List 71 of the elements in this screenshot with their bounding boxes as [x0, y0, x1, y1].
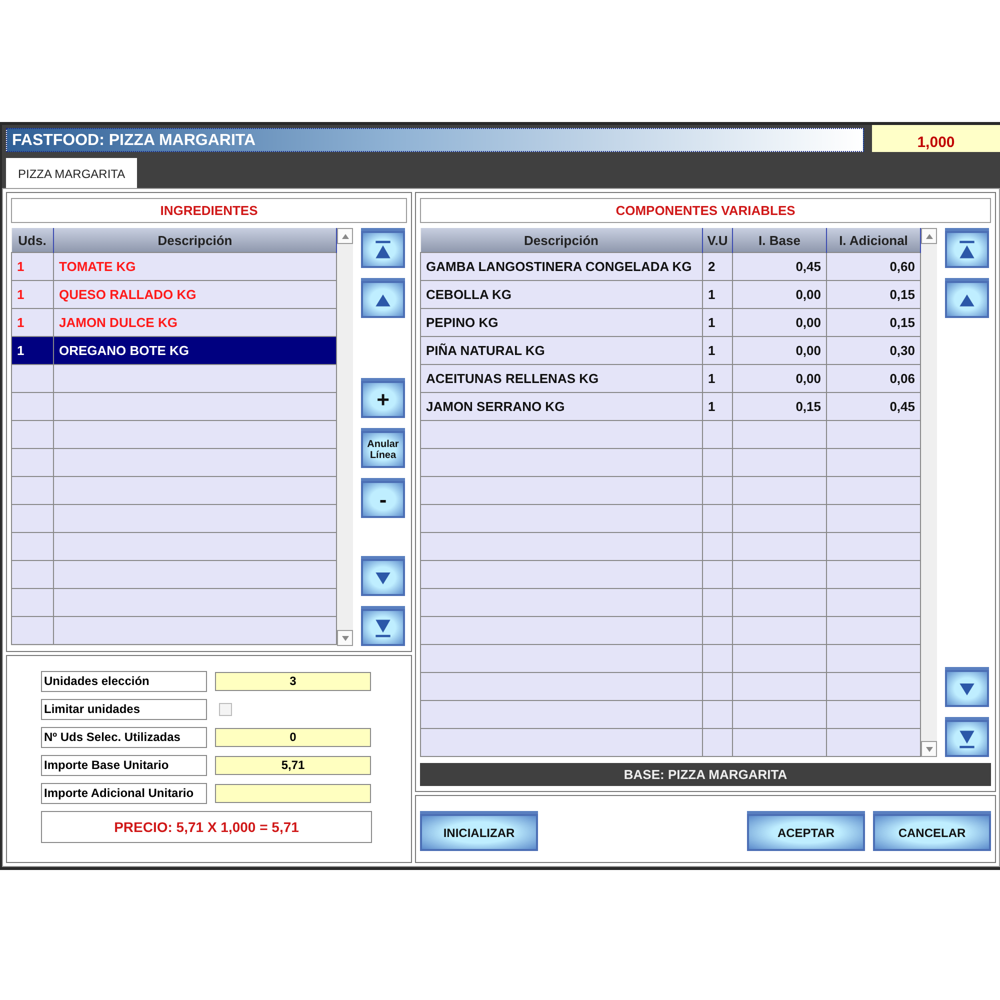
price-summary: PRECIO: 5,71 X 1,000 = 5,71	[41, 811, 372, 843]
field-label: Nº Uds Selec. Utilizadas	[41, 727, 207, 748]
table-cell: 0,60	[826, 252, 920, 280]
column-header: Descripción	[420, 228, 702, 252]
accept-button[interactable]: ACEPTAR	[747, 811, 865, 851]
scroll-down-button[interactable]	[921, 741, 937, 757]
checkbox[interactable]	[219, 703, 232, 716]
scroll-down-button[interactable]	[337, 630, 353, 646]
table-cell: PIÑA NATURAL KG	[420, 336, 702, 364]
up-button[interactable]	[945, 278, 989, 318]
cancel-line-button[interactable]: Anular Línea	[361, 428, 405, 468]
last-button[interactable]	[945, 717, 989, 757]
input-field[interactable]: 0	[215, 728, 371, 747]
column-header: Descripción	[54, 228, 336, 252]
table-cell: 0,15	[826, 280, 920, 308]
table-cell: 0,00	[732, 336, 826, 364]
section-header: INGREDIENTES	[11, 198, 407, 223]
table-cell: 2	[702, 252, 732, 280]
column-header: Uds.	[12, 228, 54, 252]
table-cell: PEPINO KG	[420, 308, 702, 336]
table-cell: 1	[702, 336, 732, 364]
column-header: I. Adicional	[826, 228, 920, 252]
last-button[interactable]	[361, 606, 405, 646]
table-cell: 0,06	[826, 364, 920, 392]
table-cell: 1	[702, 364, 732, 392]
table-cell: ACEITUNAS RELLENAS KG	[420, 364, 702, 392]
table-cell: 0,15	[826, 308, 920, 336]
field-label: Importe Base Unitario	[41, 755, 207, 776]
column-header: V.U	[702, 228, 732, 252]
tab[interactable]: PIZZA MARGARITA	[6, 158, 138, 188]
input-field[interactable]: 5,71	[215, 756, 371, 775]
units-value: 1,000	[872, 125, 1000, 152]
scroll-up-button[interactable]	[921, 228, 937, 244]
cancel-button[interactable]: CANCELAR	[873, 811, 991, 851]
field-label: Unidades elección	[41, 671, 207, 692]
table-cell: GAMBA LANGOSTINERA CONGELADA KG	[420, 252, 702, 280]
table-cell: 0,00	[732, 308, 826, 336]
down-caret-icon	[926, 746, 932, 752]
table-cell: 0,45	[732, 252, 826, 280]
table-cell: 0,00	[732, 364, 826, 392]
table-cell: CEBOLLA KG	[420, 280, 702, 308]
base-label: BASE: PIZZA MARGARITA	[420, 763, 991, 786]
input-field[interactable]	[215, 784, 371, 803]
field-label: Limitar unidades	[41, 699, 207, 720]
add-button[interactable]: +	[361, 378, 405, 418]
first-button[interactable]	[945, 228, 989, 268]
table-cell[interactable]: OREGANO BOTE KG	[54, 336, 336, 364]
down-caret-icon	[342, 636, 348, 640]
initialize-button[interactable]: INICIALIZAR	[420, 811, 538, 851]
first-button[interactable]	[361, 228, 405, 268]
table-cell: 0,45	[826, 392, 920, 420]
table-cell: 0,00	[732, 280, 826, 308]
table-cell: 1	[702, 280, 732, 308]
window-title: FASTFOOD: PIZZA MARGARITA	[6, 128, 864, 152]
up-caret-icon	[926, 234, 932, 238]
table-cell: JAMON SERRANO KG	[420, 392, 702, 420]
column-header: I. Base	[732, 228, 826, 252]
down-button[interactable]	[945, 667, 989, 707]
up-caret-icon	[342, 234, 348, 238]
remove-button[interactable]: -	[361, 478, 405, 518]
input-field[interactable]: 3	[215, 672, 371, 691]
field-label: Importe Adicional Unitario	[41, 783, 207, 804]
table-cell: 0,30	[826, 336, 920, 364]
down-button[interactable]	[361, 556, 405, 596]
table-cell[interactable]: 1	[12, 336, 54, 364]
up-button[interactable]	[361, 278, 405, 318]
table-cell: 1	[702, 392, 732, 420]
section-header: COMPONENTES VARIABLES	[420, 198, 991, 223]
table-cell: 1	[702, 308, 732, 336]
scroll-up-button[interactable]	[337, 228, 353, 244]
table-cell: 0,15	[732, 392, 826, 420]
